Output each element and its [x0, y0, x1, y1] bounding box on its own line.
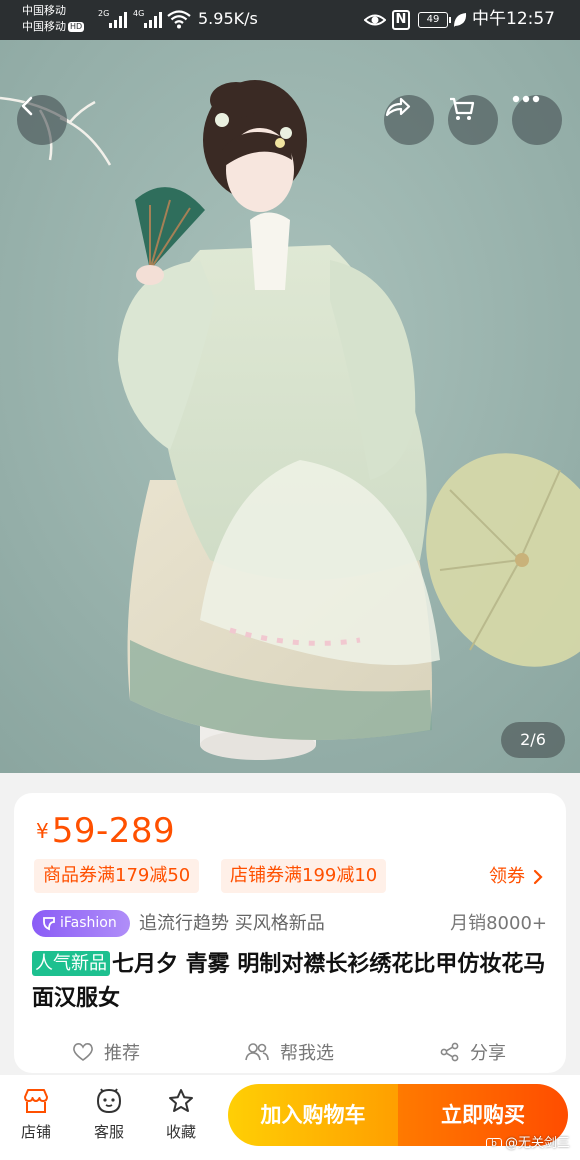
item-coupon[interactable]: 商品券满179减50 [34, 859, 200, 893]
carrier-labels: 中国移动 中国移动 HD [22, 3, 85, 35]
recommend-label: 推荐 [104, 1043, 140, 1064]
product-detail-screen: 中国移动 中国移动HD 2G 4G 5.95K/s N 49 中午12:57 [0, 0, 580, 1160]
customer-service-tab[interactable]: 客服 [81, 1088, 137, 1142]
watermark: b @无关剑三 [485, 1135, 570, 1153]
share-product-button[interactable]: 分享 [440, 1037, 506, 1067]
watermark-text: @无关剑三 [504, 1136, 570, 1151]
share-nodes-icon [440, 1042, 459, 1062]
share-icon [385, 97, 411, 117]
star-icon [169, 1089, 193, 1112]
store-coupon[interactable]: 店铺券满199减10 [221, 859, 387, 893]
product-title: 人气新品 七月夕 青雾 明制对襟长衫绣花比甲仿妆花马面汉服女 [32, 948, 552, 1016]
new-arrival-tag: 人气新品 [32, 951, 110, 976]
carrier-2: 中国移动 HD [22, 20, 85, 33]
store-label: 店铺 [20, 1123, 51, 1141]
product-photo [0, 40, 580, 773]
hd-badge: HD [68, 22, 85, 32]
more-icon [512, 95, 540, 103]
bottom-action-bar: 店铺 客服 收藏 加入购物车 立即购买 b @无关剑三 [0, 1075, 580, 1160]
customer-service-icon [96, 1088, 122, 1114]
people-icon [245, 1043, 269, 1061]
help-me-choose-button[interactable]: 帮我选 [244, 1037, 334, 1067]
product-photo-gallery[interactable] [0, 40, 580, 773]
favorite-tab[interactable]: 收藏 [153, 1088, 209, 1142]
status-bar: 中国移动 中国移动 HD 2G 4G 5.95K/s N 49 中午12:57 [0, 0, 580, 40]
recommend-button[interactable]: 推荐 [72, 1037, 140, 1067]
claim-coupons-link[interactable]: 领券 [489, 863, 543, 891]
clock: 中午12:57 [472, 9, 555, 29]
price-range: 59-289 [51, 811, 176, 851]
heart-icon [73, 1043, 93, 1061]
store-icon [24, 1089, 48, 1113]
product-info-card: ¥59-289 商品券满179减50 店铺券满199减10 领券 iFashio… [14, 793, 566, 1073]
cart-icon [450, 97, 475, 120]
favorite-label: 收藏 [165, 1123, 196, 1141]
wifi-icon [167, 10, 191, 29]
network-speed: 5.95K/s [198, 9, 258, 28]
add-to-cart-button[interactable]: 加入购物车 [228, 1084, 398, 1146]
back-button[interactable] [17, 95, 67, 145]
store-tab[interactable]: 店铺 [8, 1088, 64, 1142]
cart-button[interactable] [448, 95, 498, 145]
carrier-1: 中国移动 [22, 4, 66, 17]
network-type-2: 4G [133, 9, 145, 18]
chevron-right-icon [533, 869, 543, 885]
more-button[interactable] [512, 95, 562, 145]
eye-comfort-icon [364, 14, 386, 26]
customer-service-label: 客服 [93, 1123, 124, 1141]
power-saving-leaf-icon [454, 13, 467, 27]
ifashion-label: iFashion [60, 915, 117, 931]
image-counter: 2/6 [501, 722, 565, 758]
back-icon [21, 96, 33, 116]
currency-symbol: ¥ [36, 819, 49, 843]
share-label: 分享 [470, 1043, 506, 1064]
nfc-icon: N [392, 10, 410, 30]
share-button[interactable] [384, 95, 434, 145]
ifashion-logo-icon [43, 917, 55, 931]
claim-coupons-label: 领券 [489, 866, 525, 887]
price: ¥59-289 [36, 811, 175, 851]
battery-icon: 49 [418, 12, 451, 28]
monthly-sales: 月销8000+ [450, 913, 547, 934]
watermark-badge-icon: b [485, 1138, 502, 1152]
network-type-1: 2G [98, 9, 110, 18]
help-me-choose-label: 帮我选 [280, 1043, 334, 1064]
ifashion-badge[interactable]: iFashion [32, 910, 130, 937]
ifashion-tagline[interactable]: 追流行趋势 买风格新品 [139, 910, 325, 938]
